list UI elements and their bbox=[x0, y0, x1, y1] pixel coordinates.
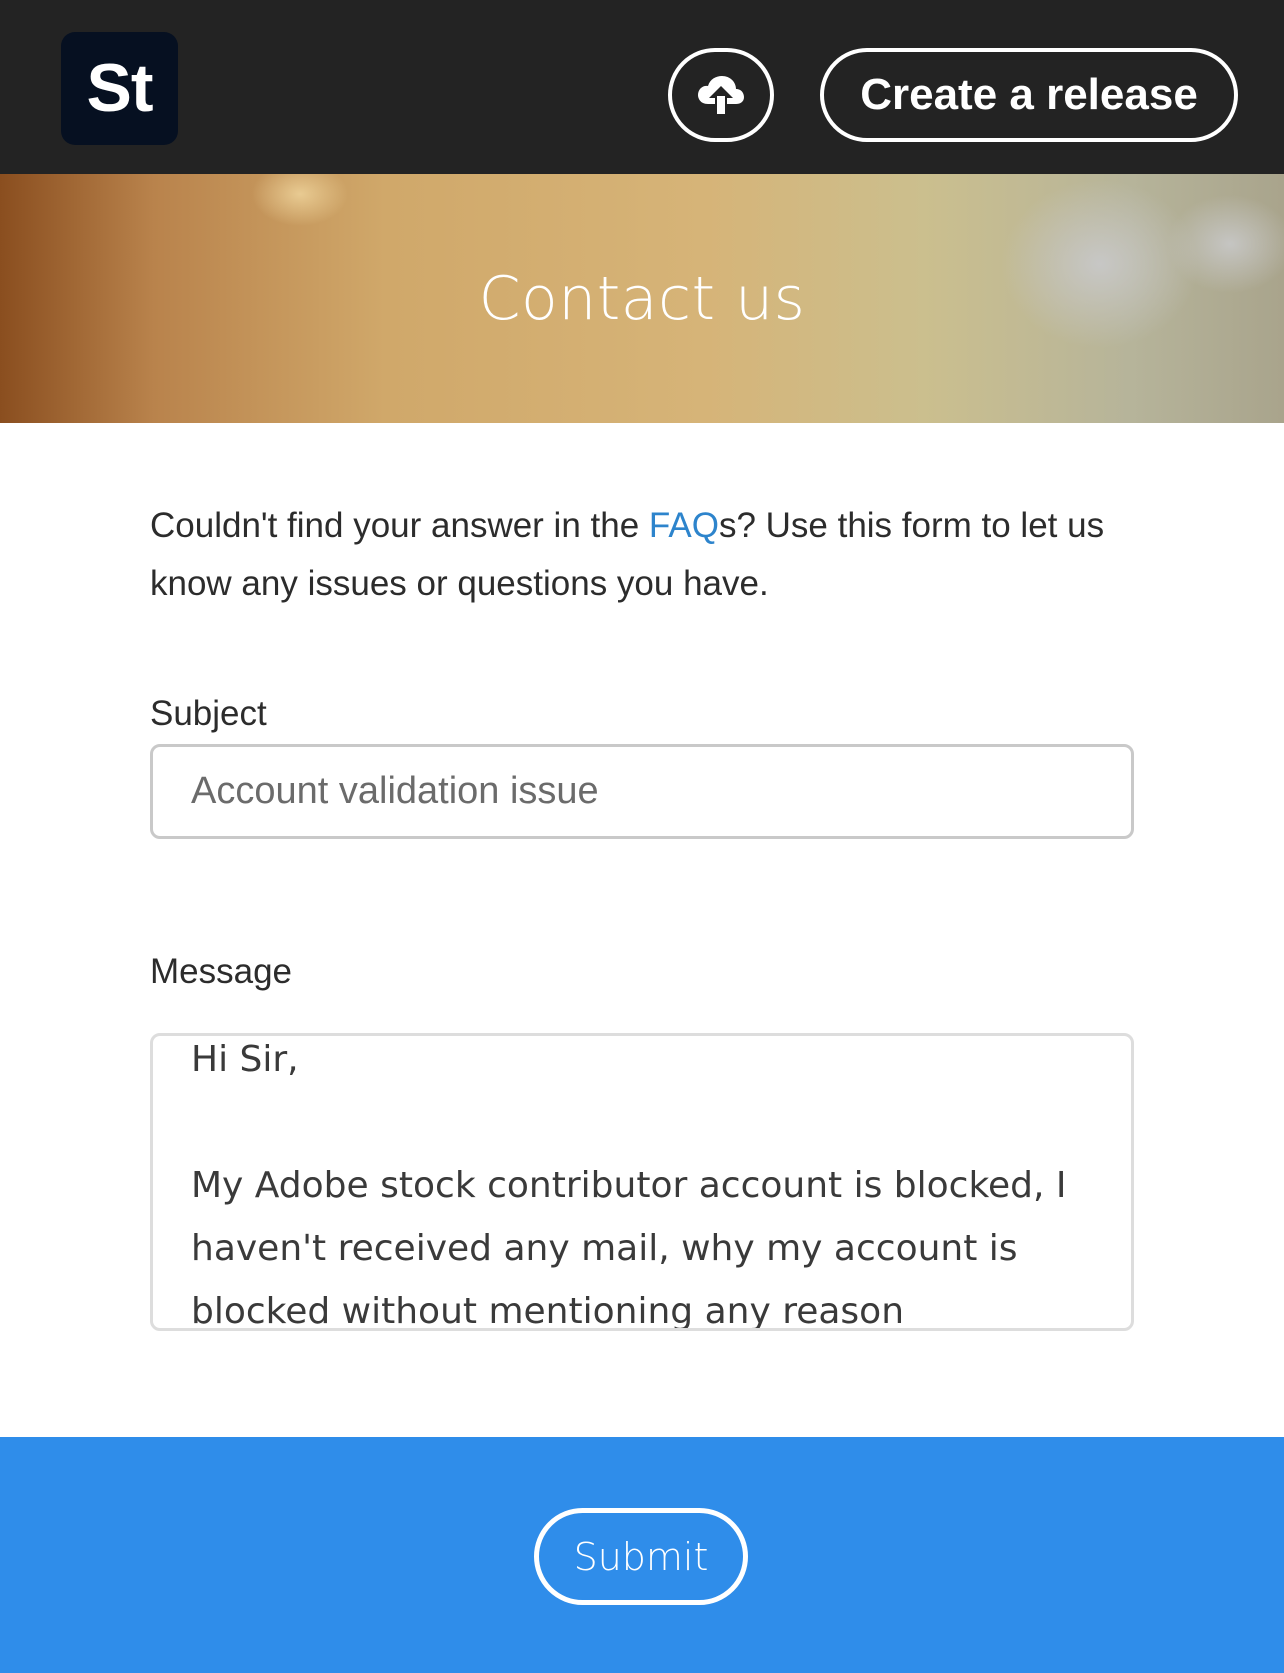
message-text: Hi Sir, My Adobe stock contributor accou… bbox=[191, 1039, 1067, 1331]
stock-logo[interactable]: St bbox=[61, 32, 178, 145]
faq-link[interactable]: FAQ bbox=[649, 506, 719, 545]
subject-input[interactable] bbox=[150, 744, 1134, 839]
cloud-upload-icon bbox=[698, 76, 744, 114]
subject-label: Subject bbox=[150, 694, 267, 733]
submit-button[interactable]: Submit bbox=[534, 1508, 748, 1605]
intro-text: Couldn't find your answer in the FAQs? U… bbox=[150, 497, 1130, 613]
contact-page: St Create a release Contact us Couldn't … bbox=[0, 0, 1284, 1673]
upload-button[interactable] bbox=[668, 48, 774, 142]
message-label: Message bbox=[150, 952, 293, 991]
page-title: Contact us bbox=[478, 263, 806, 334]
create-release-button[interactable]: Create a release bbox=[820, 48, 1238, 142]
top-bar: St Create a release bbox=[0, 0, 1284, 174]
message-textarea[interactable]: Hi Sir, My Adobe stock contributor accou… bbox=[150, 1033, 1134, 1331]
intro-text-start: Couldn't find your answer in the bbox=[150, 506, 649, 545]
